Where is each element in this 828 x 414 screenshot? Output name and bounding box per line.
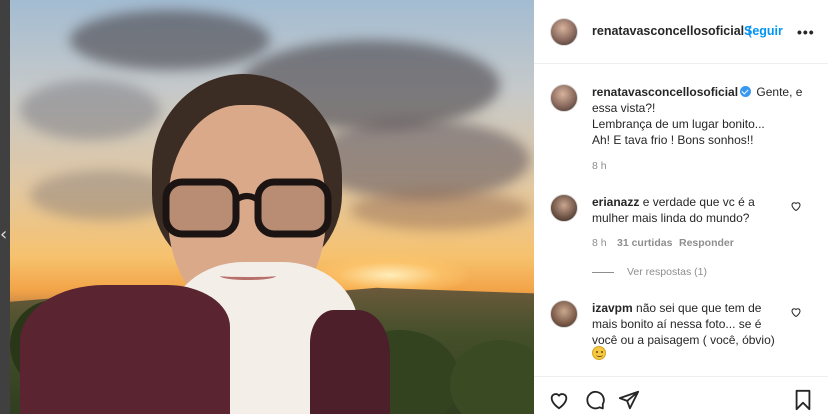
commenter-avatar[interactable]	[550, 194, 578, 222]
caption-text-line1: Gente, e	[753, 85, 803, 99]
author-username[interactable]: renatavasconcellosoficial (	[592, 24, 752, 38]
commenter-avatar[interactable]	[550, 300, 578, 328]
caption-time[interactable]: 8 h	[592, 160, 607, 172]
paper-plane-icon[interactable]	[618, 389, 640, 411]
comment-likes[interactable]: 31 curtidas	[617, 237, 672, 249]
post-header: renatavasconcellosoficial ( Seguir •••	[534, 0, 828, 64]
heart-icon[interactable]	[548, 389, 570, 411]
post-photo	[10, 0, 534, 414]
caption-text-line2: essa vista?!	[592, 101, 656, 115]
comment-username[interactable]: izavpm	[592, 301, 633, 315]
bookmark-icon[interactable]	[792, 389, 814, 411]
comment-text-line3: você ou a paisagem ( você, óbvio)	[592, 333, 775, 347]
action-bar	[534, 376, 828, 414]
follow-button[interactable]: Seguir	[744, 24, 783, 38]
comment-text-line2: mais bonito aí nessa foto... se é	[592, 317, 762, 331]
left-backdrop	[0, 0, 10, 414]
caption-avatar[interactable]	[550, 84, 578, 112]
caption-text-line3: Lembrança de um lugar bonito...	[592, 117, 765, 131]
dark-cardigan-right	[310, 310, 390, 414]
smiling-emoji-icon	[592, 346, 606, 360]
verified-icon	[740, 86, 752, 97]
comment-text-line1: não sei que que tem de	[632, 301, 762, 315]
author-avatar[interactable]	[550, 18, 578, 46]
view-replies-button[interactable]: Ver respostas (1)	[627, 266, 707, 278]
post-side-panel: renatavasconcellosoficial ( Seguir ••• r…	[534, 0, 828, 414]
comment-icon[interactable]	[584, 389, 606, 411]
comment-time[interactable]: 8 h	[592, 237, 607, 249]
more-options-icon[interactable]: •••	[797, 24, 815, 40]
mouth	[220, 272, 276, 280]
chevron-left-icon[interactable]: ‹	[0, 225, 8, 245]
comment-item: erianazz e verdade que vc é a mulher mai…	[592, 194, 782, 226]
dark-cardigan	[20, 285, 230, 414]
replies-divider	[592, 272, 614, 273]
comment-text-line1: e verdade que vc é a	[639, 195, 755, 209]
person	[10, 0, 534, 414]
caption-text-line4: Ah! E tava frio ! Bons sonhos!!	[592, 133, 754, 147]
comment-username[interactable]: erianazz	[592, 195, 639, 209]
comment-text-line2: mulher mais linda do mundo?	[592, 211, 750, 225]
glasses	[162, 178, 332, 238]
caption-username[interactable]: renatavasconcellosoficial	[592, 85, 738, 99]
heart-icon[interactable]	[790, 306, 802, 318]
comment-item: izavpm não sei que que tem de mais bonit…	[592, 300, 782, 348]
heart-icon[interactable]	[790, 200, 802, 212]
reply-button[interactable]: Responder	[679, 237, 734, 249]
post-caption: renatavasconcellosoficial Gente, e essa …	[592, 84, 818, 148]
